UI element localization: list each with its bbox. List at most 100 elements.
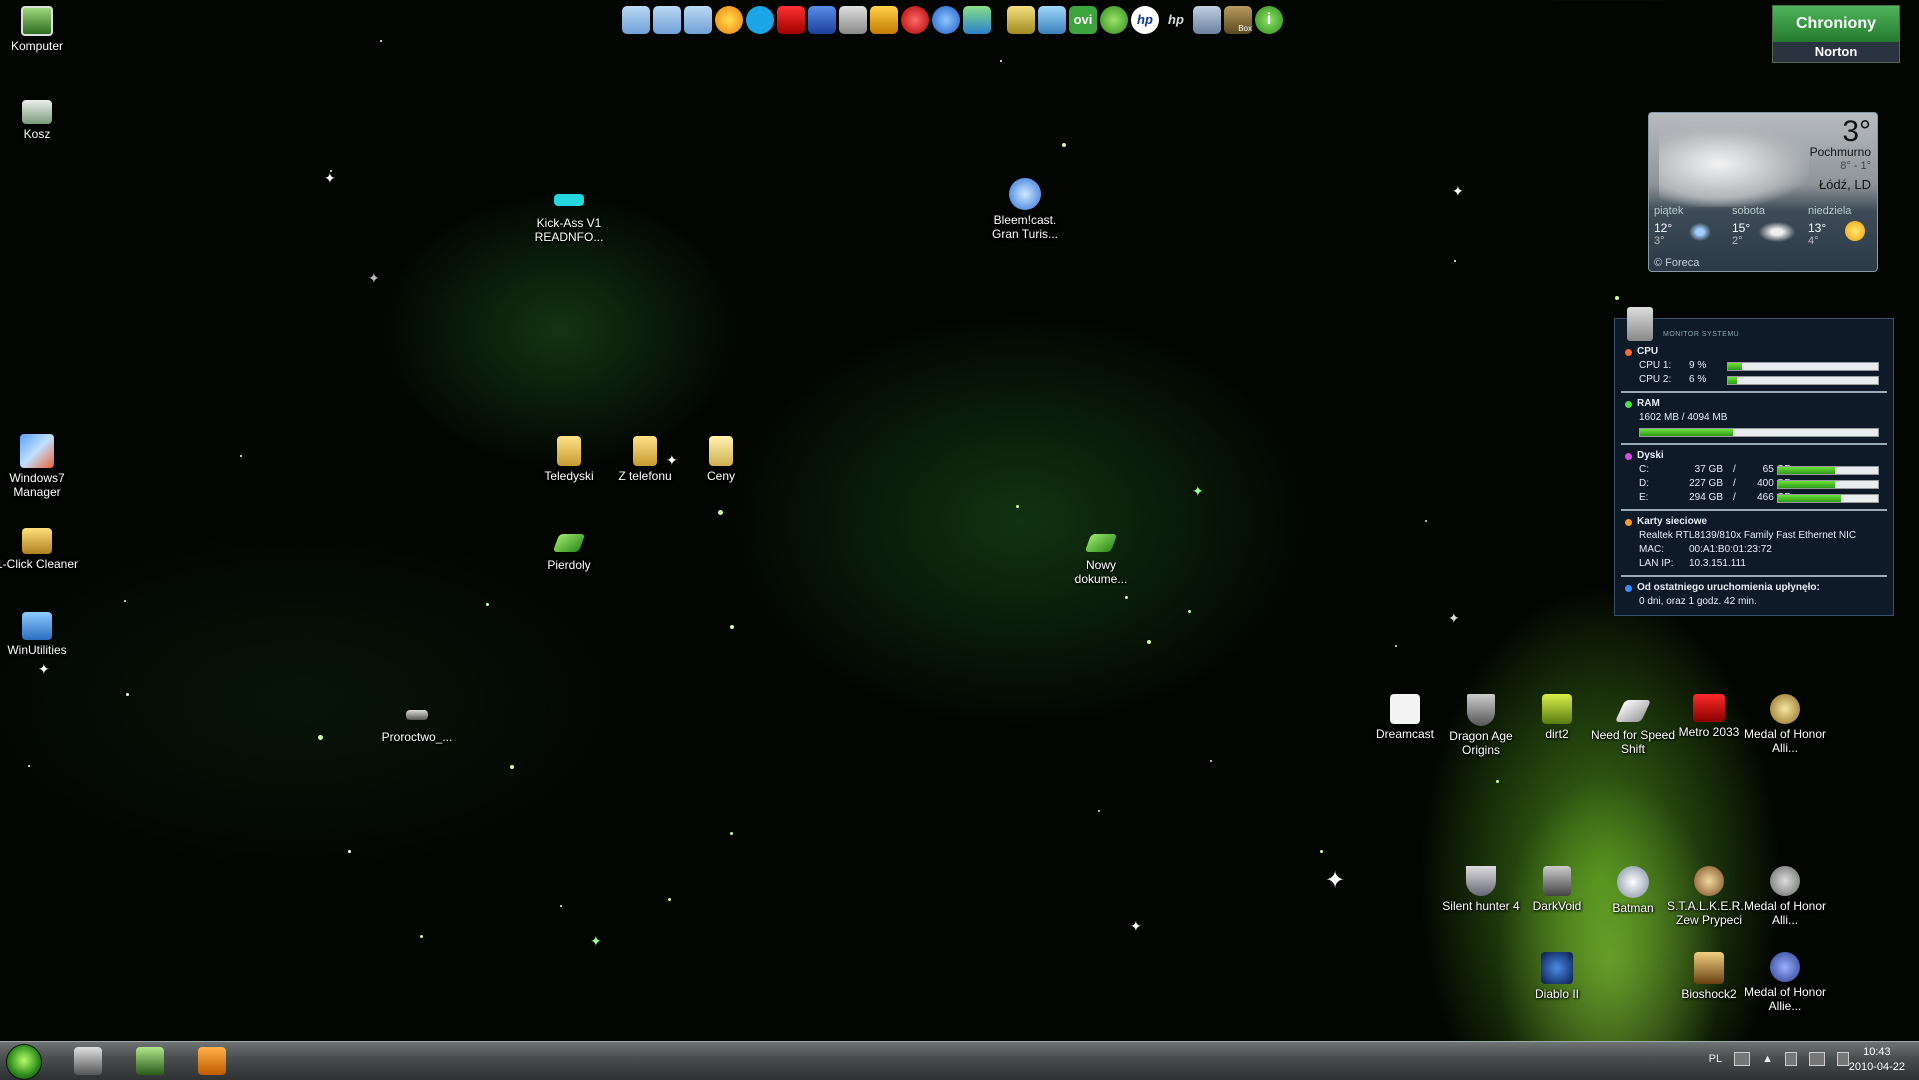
divider <box>1621 575 1887 577</box>
keyboard-icon[interactable] <box>1734 1052 1751 1066</box>
desktop-icon-dirt2[interactable]: dirt2 <box>1514 694 1600 741</box>
folder-icon[interactable] <box>684 6 712 34</box>
media-player-icon[interactable] <box>198 1047 226 1075</box>
cleaner-icon <box>22 528 52 554</box>
desktop-icon-nowy-dokument[interactable]: Nowy dokume... <box>1058 528 1144 586</box>
ram-label: RAM <box>1637 398 1660 409</box>
sun-icon[interactable] <box>715 6 743 34</box>
disks-label: Dyski <box>1637 450 1664 461</box>
folder-icon[interactable] <box>1193 6 1221 34</box>
desktop-icon-dragon-age[interactable]: Dragon Age Origins <box>1438 694 1524 757</box>
disk-used: 294 GB <box>1689 492 1723 503</box>
weather-gadget[interactable]: 3° Pochmurno 8° - 1° Łódź, LD piątek 12°… <box>1648 112 1878 272</box>
cpu-dot-icon <box>1625 349 1632 356</box>
ovi-icon[interactable]: ovi <box>1069 6 1097 34</box>
blue-bolt-icon[interactable] <box>932 6 960 34</box>
ram-dot-icon <box>1625 401 1632 408</box>
icon-label: DarkVoid <box>1532 899 1582 913</box>
desktop-icon-medal-of-honor-1[interactable]: Medal of Honor Alli... <box>1742 694 1828 755</box>
desktop-icon-medal-of-honor-2[interactable]: Medal of Honor Alli... <box>1742 866 1828 927</box>
nfo-file-icon <box>554 194 584 206</box>
desktop-icon-nfs-shift[interactable]: Need for Speed Shift <box>1590 694 1676 756</box>
system-monitor-gadget[interactable]: MONITOR SYSTEMU CPU CPU 1: 9 % CPU 2: 6 … <box>1614 307 1894 616</box>
globe-icon[interactable] <box>963 6 991 34</box>
start-button[interactable] <box>6 1044 42 1080</box>
desktop-icon-dreamcast[interactable]: Dreamcast <box>1362 694 1448 741</box>
batman-icon <box>1617 866 1649 898</box>
weather-source: © Foreca <box>1654 257 1700 269</box>
m-icon[interactable] <box>777 6 805 34</box>
desktop-icon-bleem[interactable]: Bleem!cast. Gran Turis... <box>982 178 1068 241</box>
icon-label: Komputer <box>10 39 64 53</box>
desktop-icon-stalker[interactable]: S.T.A.L.K.E.R. - Zew Prypeci <box>1666 866 1752 927</box>
desktop-icon-teledyski[interactable]: Teledyski <box>526 436 612 483</box>
ram-bar <box>1639 428 1879 437</box>
ip-value: 10.3.151.111 <box>1689 558 1746 569</box>
quick-launch-bar: ovi hp hp Box i <box>622 6 1283 36</box>
info-icon[interactable]: i <box>1255 6 1283 34</box>
desktop-icon-1-click-cleaner[interactable]: 1-Click Cleaner <box>0 528 80 571</box>
disk-bar-fill <box>1778 481 1835 488</box>
desktop-icon-kosz[interactable]: Kosz <box>0 94 80 141</box>
clock[interactable]: 10:43 2010-04-22 <box>1849 1045 1905 1075</box>
disk-bar <box>1777 494 1879 503</box>
desktop-icon-diablo-ii[interactable]: Diablo II <box>1514 952 1600 1001</box>
desktop-icon-ceny[interactable]: Ceny <box>678 436 764 483</box>
desktop-icon-silent-hunter[interactable]: Silent hunter 4 <box>1438 866 1524 913</box>
desktop-icon-winutilities[interactable]: WinUtilities <box>0 612 80 657</box>
desktop-icon-proroctwo[interactable]: Proroctwo_... <box>374 700 460 744</box>
lightning-icon[interactable] <box>870 6 898 34</box>
icon-label: Z telefonu <box>618 469 672 483</box>
desktop-icon-darkvoid[interactable]: DarkVoid <box>1514 866 1600 913</box>
desktop-icon-komputer[interactable]: Komputer <box>0 6 80 53</box>
sysmon-title: MONITOR SYSTEMU <box>1663 331 1740 338</box>
desktop-icon-bioshock2[interactable]: Bioshock2 <box>1666 952 1752 1001</box>
tool-icon[interactable] <box>74 1047 102 1075</box>
network-icon[interactable] <box>1809 1052 1825 1066</box>
nfs-shift-icon <box>1614 700 1652 722</box>
chart-icon[interactable] <box>1007 6 1035 34</box>
desktop-icon-medal-of-honor-3[interactable]: Medal of Honor Allie... <box>1742 952 1828 1013</box>
shortcut-icon <box>406 710 428 720</box>
divider <box>1621 391 1887 393</box>
skype-icon[interactable] <box>746 6 774 34</box>
icon-label: Dragon Age Origins <box>1449 729 1513 757</box>
green-circle-icon[interactable] <box>1100 6 1128 34</box>
green-document-icon <box>1084 534 1118 552</box>
cpu-section: CPU CPU 1: 9 % CPU 2: 6 % <box>1615 345 1893 387</box>
a-icon[interactable] <box>808 6 836 34</box>
forecast-low: 4° <box>1808 235 1819 247</box>
flag-icon[interactable] <box>1785 1052 1797 1066</box>
hp-icon[interactable]: hp <box>1162 6 1190 34</box>
norton-gadget[interactable]: Chroniony Norton <box>1772 5 1900 63</box>
box-icon[interactable]: Box <box>1224 6 1252 34</box>
language-indicator[interactable]: PL <box>1709 1053 1722 1065</box>
hp-icon[interactable]: hp <box>1131 6 1159 34</box>
cpu1-value: 9 % <box>1689 360 1707 371</box>
icon-label: Metro 2033 <box>1678 725 1740 739</box>
desktop-icon-pierdoly[interactable]: Pierdoly <box>526 528 612 572</box>
red-circle-icon[interactable] <box>901 6 929 34</box>
recycle-bin-icon[interactable] <box>136 1047 164 1075</box>
folder-icon <box>633 436 657 466</box>
volume-icon[interactable] <box>1837 1052 1849 1066</box>
desktop-icon-z-telefonu[interactable]: Z telefonu <box>602 436 688 483</box>
cpu2-name: CPU 2: <box>1639 374 1672 385</box>
radiation-icon <box>1694 866 1724 896</box>
desktop-icon-batman[interactable]: Batman <box>1590 866 1676 915</box>
cpu1-name: CPU 1: <box>1639 360 1672 371</box>
darkvoid-icon <box>1543 866 1571 896</box>
tool-icon[interactable] <box>839 6 867 34</box>
folder-icon[interactable] <box>653 6 681 34</box>
desktop-icon-metro-2033[interactable]: Metro 2033 <box>1666 694 1752 739</box>
desktop-icon-windows7-manager[interactable]: Windows7 Manager <box>0 434 80 499</box>
folder-icon[interactable] <box>622 6 650 34</box>
chevron-up-icon[interactable]: ▲ <box>1762 1053 1773 1065</box>
disk-bar <box>1777 480 1879 489</box>
icon-label: Pierdoly <box>547 558 591 572</box>
desktop-icon-kick-ass[interactable]: Kick-Ass V1 READNFO... <box>526 192 612 244</box>
phone-icon[interactable] <box>1038 6 1066 34</box>
icon-label: Proroctwo_... <box>381 730 453 744</box>
snow-icon <box>1687 221 1713 243</box>
forecast-day: piątek 12° 3° <box>1649 205 1723 253</box>
